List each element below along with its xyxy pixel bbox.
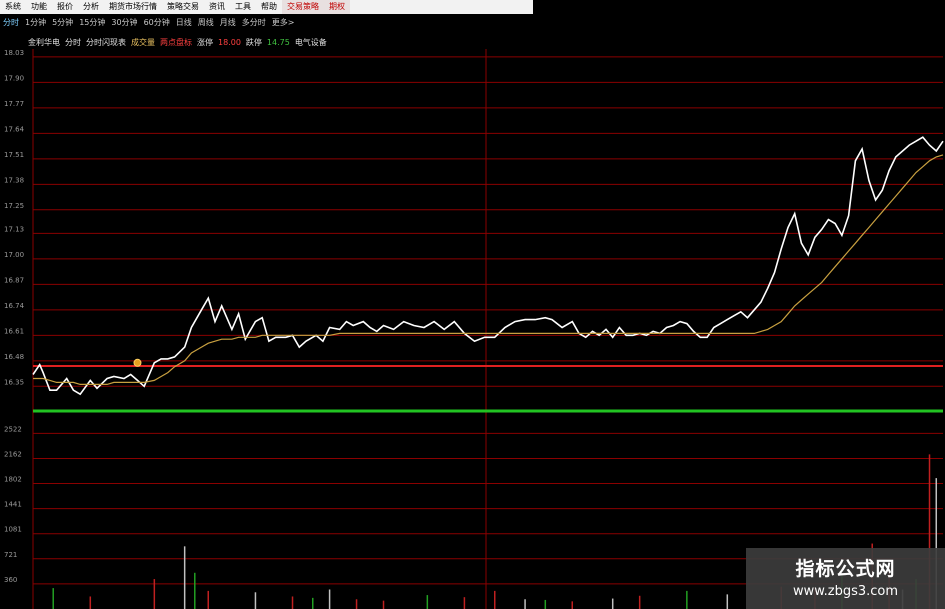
- volume-tick-label: 1081: [4, 526, 22, 534]
- price-tick-label: 17.64: [4, 125, 25, 133]
- intraday-chart: 18.03 17.90 17.77 17.64 17.51 17.38 17.25 17.13…: [4, 49, 944, 609]
- site-watermark: 指标公式网 www.zbgs3.com: [746, 548, 945, 609]
- price-tick-label: 17.00: [4, 251, 24, 259]
- volume-tick-label: 360: [4, 576, 17, 584]
- price-tick-label: 17.51: [4, 151, 24, 159]
- signal-marker-icon: [133, 358, 142, 367]
- volume-tick-label: 1802: [4, 476, 22, 484]
- volume-tick-label: 2522: [4, 425, 22, 433]
- price-tick-label: 16.61: [4, 327, 24, 335]
- price-tick-label: 16.35: [4, 378, 24, 386]
- price-tick-label: 17.90: [4, 74, 24, 82]
- price-tick-label: 17.77: [4, 100, 24, 108]
- price-tick-label: 16.87: [4, 276, 24, 284]
- price-tick-label: 16.74: [4, 302, 25, 310]
- price-tick-label: 17.38: [4, 176, 24, 184]
- price-tick-label: 16.48: [4, 353, 24, 361]
- volume-tick-label: 721: [4, 551, 17, 559]
- volume-tick-label: 2162: [4, 450, 22, 458]
- price-line: [32, 136, 944, 396]
- price-tick-label: 18.03: [4, 49, 24, 57]
- volume-tick-label: 1441: [4, 501, 22, 509]
- price-tick-label: 17.25: [4, 202, 24, 210]
- average-price-line: [33, 154, 944, 385]
- price-tick-label: 17.13: [4, 225, 24, 233]
